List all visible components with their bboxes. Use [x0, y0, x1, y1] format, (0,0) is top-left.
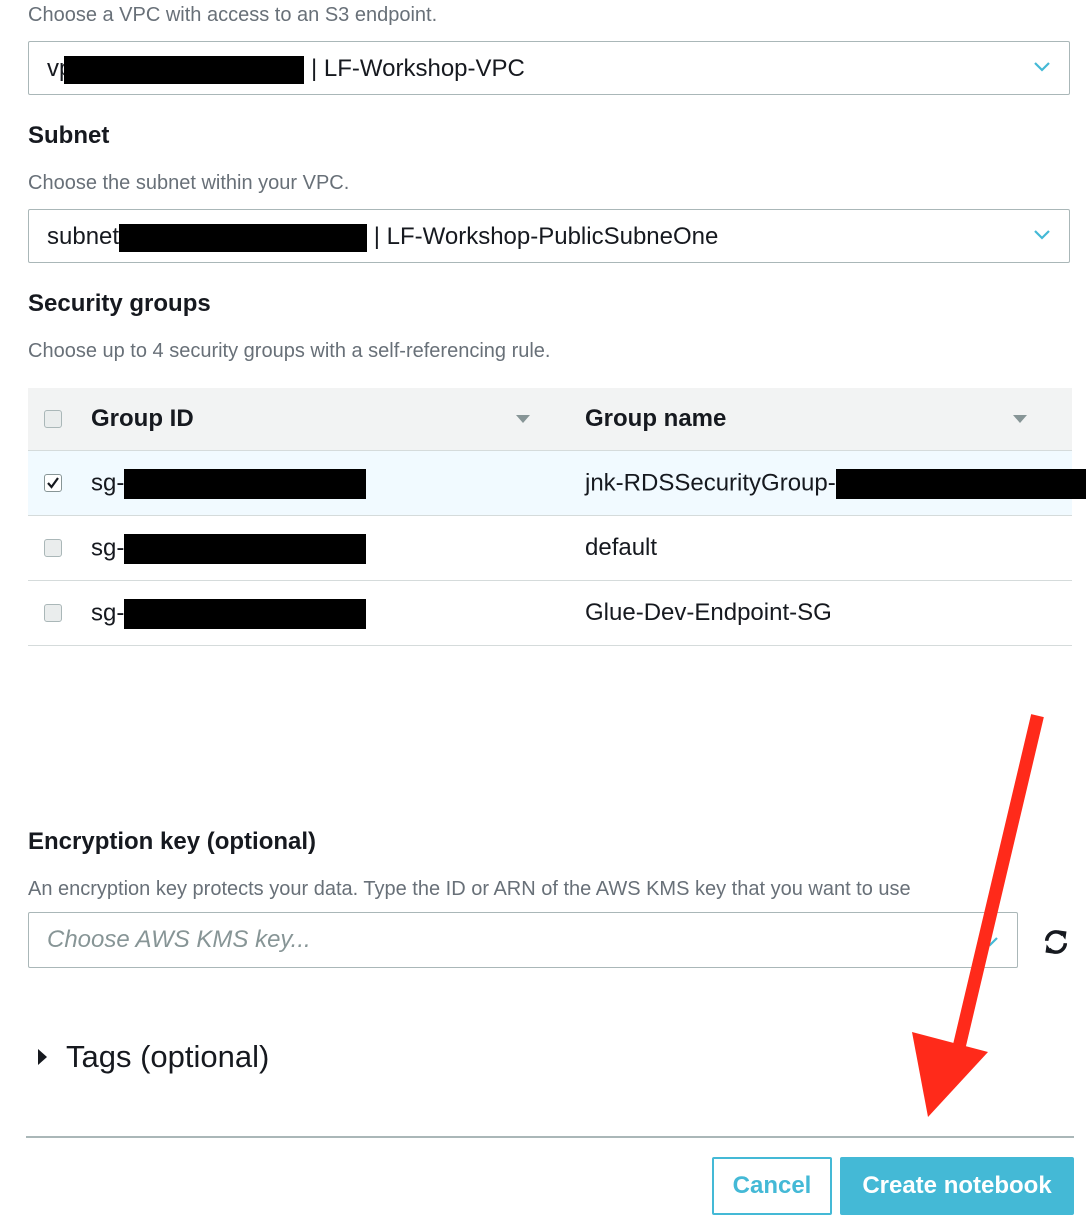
- security-groups-help-text: Choose up to 4 security groups with a se…: [28, 340, 551, 362]
- chevron-down-icon: [1034, 62, 1050, 72]
- subnet-select-value: subnet | LF-Workshop-PublicSubneOne: [47, 223, 718, 252]
- vpc-help-text: Choose a VPC with access to an S3 endpoi…: [28, 4, 438, 26]
- table-header: Group ID Group name: [28, 388, 1072, 451]
- redaction-bar: [835, 469, 1086, 499]
- table-row[interactable]: sg- Glue-Dev-Endpoint-SG: [28, 581, 1072, 646]
- group-name-text: jnk-RDSSecurityGroup-: [585, 469, 836, 497]
- chevron-down-icon: [982, 937, 998, 947]
- footer-divider: [26, 1136, 1074, 1138]
- encryption-key-label: Encryption key (optional): [28, 828, 317, 855]
- group-id-prefix: sg-: [91, 469, 125, 497]
- group-name-cell: jnk-RDSSecurityGroup-: [585, 469, 1086, 499]
- group-id-cell: sg-: [91, 599, 367, 629]
- row-checkbox[interactable]: [44, 604, 62, 622]
- refresh-icon[interactable]: [1042, 928, 1070, 956]
- group-name-cell: default: [585, 534, 658, 561]
- vpc-name: | LF-Workshop-VPC: [311, 55, 525, 82]
- redaction-bar: [124, 534, 367, 564]
- table-row[interactable]: sg- jnk-RDSSecurityGroup-: [28, 451, 1086, 516]
- encryption-key-help-text: An encryption key protects your data. Ty…: [28, 878, 911, 900]
- sort-caret-icon[interactable]: [516, 415, 530, 423]
- subnet-help-text: Choose the subnet within your VPC.: [28, 172, 350, 194]
- redaction-bar: [124, 599, 367, 629]
- group-name-cell: Glue-Dev-Endpoint-SG: [585, 599, 832, 626]
- redaction-bar: [119, 223, 368, 252]
- group-id-cell: sg-: [91, 534, 367, 564]
- subnet-name: | LF-Workshop-PublicSubneOne: [373, 223, 719, 250]
- sort-caret-icon[interactable]: [1013, 415, 1027, 423]
- security-groups-table: Group ID Group name sg- jnk-RDSSecurityG…: [28, 388, 1086, 646]
- caret-right-icon[interactable]: [38, 1049, 48, 1065]
- subnet-label: Subnet: [28, 122, 110, 149]
- kms-key-combobox[interactable]: Choose AWS KMS key...: [28, 912, 1018, 968]
- chevron-down-icon: [1034, 230, 1050, 240]
- table-row[interactable]: sg- default: [28, 516, 1072, 581]
- group-id-prefix: sg-: [91, 534, 125, 562]
- group-id-cell: sg-: [91, 469, 367, 499]
- cancel-button[interactable]: Cancel: [712, 1157, 832, 1215]
- redaction-bar: [64, 55, 305, 84]
- group-id-prefix: sg-: [91, 599, 125, 627]
- create-notebook-button[interactable]: Create notebook: [840, 1157, 1074, 1215]
- security-groups-label: Security groups: [28, 290, 211, 317]
- row-checkbox[interactable]: [44, 474, 62, 492]
- checkmark-icon: [47, 477, 59, 489]
- redaction-bar: [124, 469, 367, 499]
- subnet-select[interactable]: subnet | LF-Workshop-PublicSubneOne: [28, 209, 1070, 263]
- vpc-select[interactable]: vpc- | LF-Workshop-VPC: [28, 41, 1070, 95]
- column-header-group-name[interactable]: Group name: [585, 405, 726, 433]
- vpc-select-value: vpc- | LF-Workshop-VPC: [47, 55, 525, 84]
- tags-expander[interactable]: Tags (optional): [66, 1039, 269, 1075]
- kms-key-placeholder: Choose AWS KMS key...: [47, 926, 311, 953]
- column-header-group-id[interactable]: Group ID: [91, 405, 194, 433]
- row-checkbox[interactable]: [44, 539, 62, 557]
- subnet-id-prefix: subnet: [47, 223, 120, 250]
- select-all-checkbox[interactable]: [44, 410, 62, 428]
